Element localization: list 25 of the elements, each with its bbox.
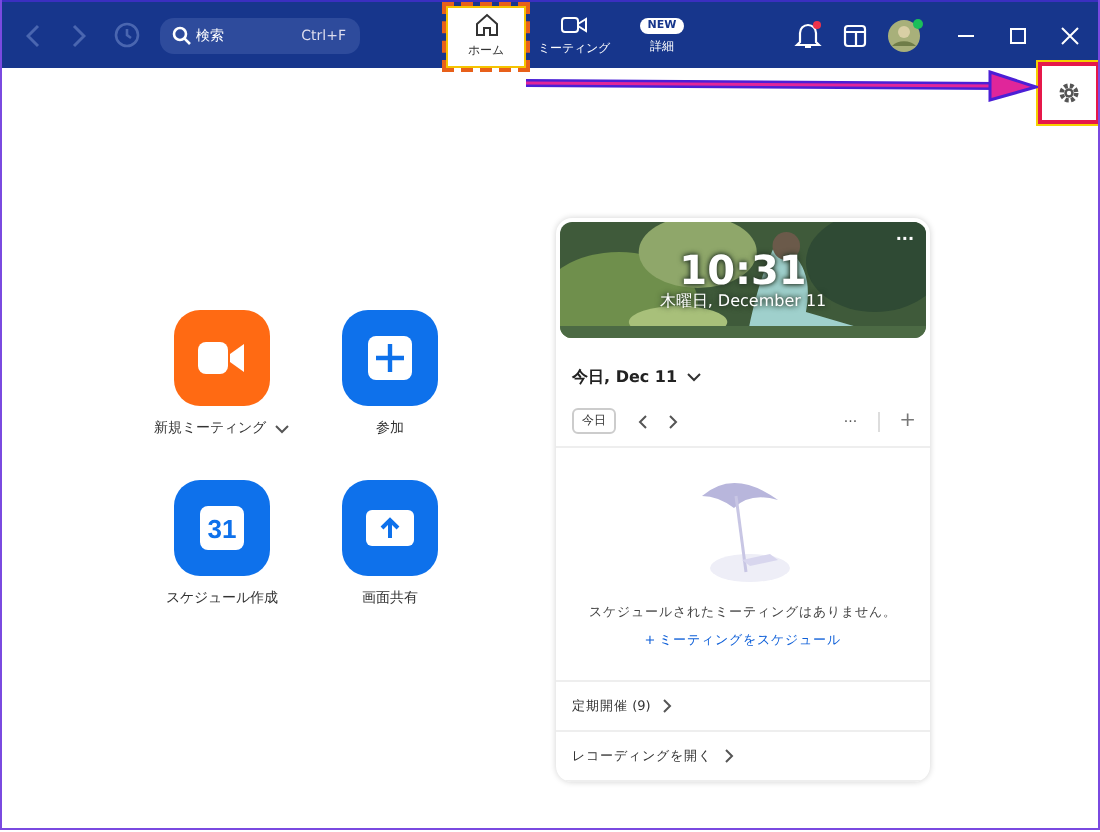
- video-camera-icon: [560, 14, 588, 36]
- plus-icon: [368, 336, 412, 380]
- action-tile[interactable]: [342, 310, 438, 406]
- calendar-icon: 31: [200, 506, 244, 550]
- search-icon: [172, 25, 192, 45]
- more-menu[interactable]: ···: [895, 230, 914, 248]
- avatar-icon[interactable]: [888, 17, 924, 53]
- maximize-icon[interactable]: [1008, 25, 1028, 45]
- previous-icon[interactable]: [636, 413, 648, 429]
- chevron-right-icon[interactable]: [724, 748, 734, 764]
- add-button[interactable]: +: [899, 410, 916, 432]
- next-icon[interactable]: [668, 413, 680, 429]
- chevron-down-icon[interactable]: [274, 423, 290, 433]
- action-tile[interactable]: 31: [174, 480, 270, 576]
- action-tile[interactable]: [174, 310, 270, 406]
- day-selector[interactable]: 今日, Dec 11: [572, 366, 678, 388]
- chevron-right-icon[interactable]: [662, 698, 673, 714]
- share-screen-icon: [366, 510, 414, 546]
- action-tile[interactable]: [342, 480, 438, 576]
- bell-icon[interactable]: [794, 20, 822, 50]
- settings-icon[interactable]: [1058, 82, 1080, 104]
- video-camera-icon: [198, 342, 246, 374]
- chevron-down-icon[interactable]: [685, 372, 702, 382]
- home-icon: [473, 12, 499, 38]
- close-icon[interactable]: [1060, 25, 1080, 45]
